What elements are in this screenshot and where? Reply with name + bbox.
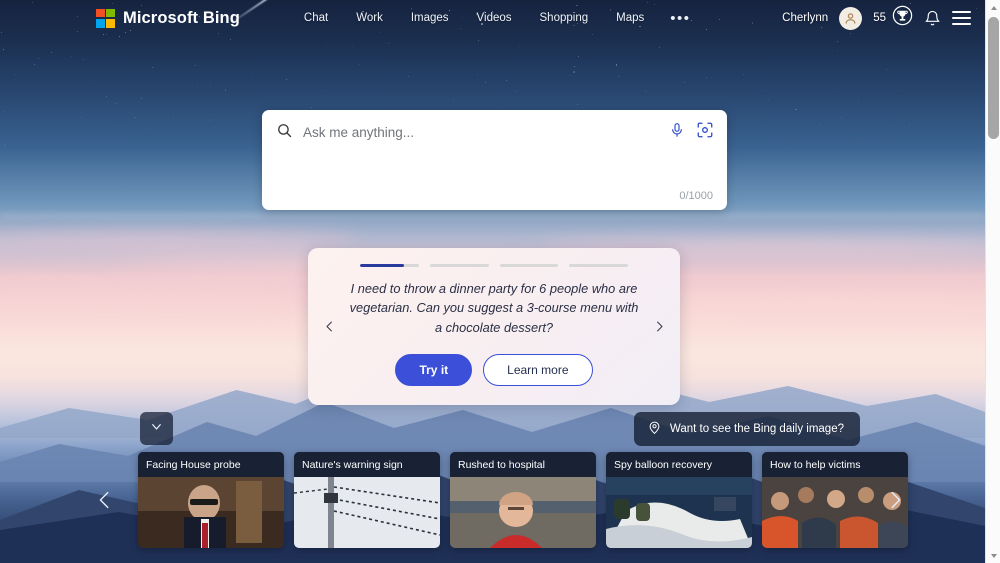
news-card[interactable]: Facing House probe <box>138 452 284 548</box>
news-carousel: Facing House probe Nature's warning sign <box>138 452 908 548</box>
rewards-count: 55 <box>873 12 886 24</box>
progress-bar-4[interactable] <box>569 264 628 267</box>
suggestion-body: I need to throw a dinner party for 6 peo… <box>344 267 644 386</box>
news-card-image <box>138 477 284 548</box>
location-pin-icon <box>647 420 662 438</box>
microsoft-squares-logo <box>96 9 115 28</box>
search-icon <box>276 122 293 144</box>
hamburger-menu-icon[interactable] <box>952 11 971 24</box>
page-scrollbar[interactable] <box>985 0 1000 563</box>
news-card[interactable]: Rushed to hospital <box>450 452 596 548</box>
top-navigation-bar: Microsoft Bing Chat Work Images Videos S… <box>0 0 985 36</box>
nav-item-maps[interactable]: Maps <box>602 8 658 28</box>
news-card[interactable]: Spy balloon recovery <box>606 452 752 548</box>
suggestion-prev-button[interactable] <box>314 319 344 334</box>
news-card-image <box>294 477 440 548</box>
main-nav: Chat Work Images Videos Shopping Maps ••… <box>290 8 703 28</box>
news-card[interactable]: Nature's warning sign <box>294 452 440 548</box>
bing-daily-image-label: Want to see the Bing daily image? <box>670 423 844 435</box>
learn-more-button[interactable]: Learn more <box>483 354 592 386</box>
nav-item-chat[interactable]: Chat <box>290 8 342 28</box>
nav-item-images[interactable]: Images <box>397 8 463 28</box>
news-card-title: Nature's warning sign <box>294 452 440 477</box>
user-controls: Cherlynn 55 <box>782 5 971 31</box>
try-it-button[interactable]: Try it <box>395 354 472 386</box>
search-input[interactable] <box>303 123 659 142</box>
suggestion-prompt-text: I need to throw a dinner party for 6 peo… <box>344 279 644 337</box>
brand-name: Microsoft Bing <box>123 9 240 28</box>
character-counter: 0/1000 <box>679 190 713 202</box>
nav-item-shopping[interactable]: Shopping <box>526 8 603 28</box>
scroll-down-arrow-icon[interactable] <box>986 548 1000 563</box>
visual-search-camera-icon[interactable] <box>696 121 714 144</box>
nav-item-work[interactable]: Work <box>342 8 397 28</box>
suggestion-next-button[interactable] <box>644 319 674 334</box>
news-card-title: Spy balloon recovery <box>606 452 752 477</box>
search-actions <box>669 121 714 144</box>
search-row <box>262 110 727 144</box>
nav-item-videos[interactable]: Videos <box>463 8 526 28</box>
bell-icon[interactable] <box>924 10 941 27</box>
search-box: 0/1000 <box>262 110 727 210</box>
news-next-button[interactable] <box>878 452 912 548</box>
progress-bar-2[interactable] <box>430 264 489 267</box>
collapse-feed-button[interactable] <box>140 412 173 445</box>
chevron-down-icon <box>149 419 164 439</box>
scrollbar-thumb[interactable] <box>988 17 999 139</box>
scroll-up-arrow-icon[interactable] <box>986 0 1000 15</box>
ellipsis-icon[interactable]: ••• <box>658 11 702 26</box>
bing-daily-image-button[interactable]: Want to see the Bing daily image? <box>634 412 860 446</box>
news-card-image <box>606 477 752 548</box>
microphone-icon[interactable] <box>669 122 685 143</box>
bing-logo-link[interactable]: Microsoft Bing <box>96 9 240 28</box>
progress-bar-3[interactable] <box>500 264 559 267</box>
news-card-title: Rushed to hospital <box>450 452 596 477</box>
news-card-title: Facing House probe <box>138 452 284 477</box>
suggestion-actions: Try it Learn more <box>344 354 644 386</box>
carousel-progress-indicators <box>360 264 628 267</box>
person-avatar-icon[interactable] <box>839 7 862 30</box>
suggestion-carousel-card: I need to throw a dinner party for 6 peo… <box>308 248 680 405</box>
news-prev-button[interactable] <box>88 452 122 548</box>
user-name: Cherlynn <box>782 12 828 24</box>
news-card-image <box>450 477 596 548</box>
bing-homepage: Microsoft Bing Chat Work Images Videos S… <box>0 0 1000 563</box>
rewards-button[interactable]: 55 <box>873 5 913 31</box>
trophy-rewards-icon <box>892 5 913 31</box>
progress-bar-1[interactable] <box>360 264 419 267</box>
